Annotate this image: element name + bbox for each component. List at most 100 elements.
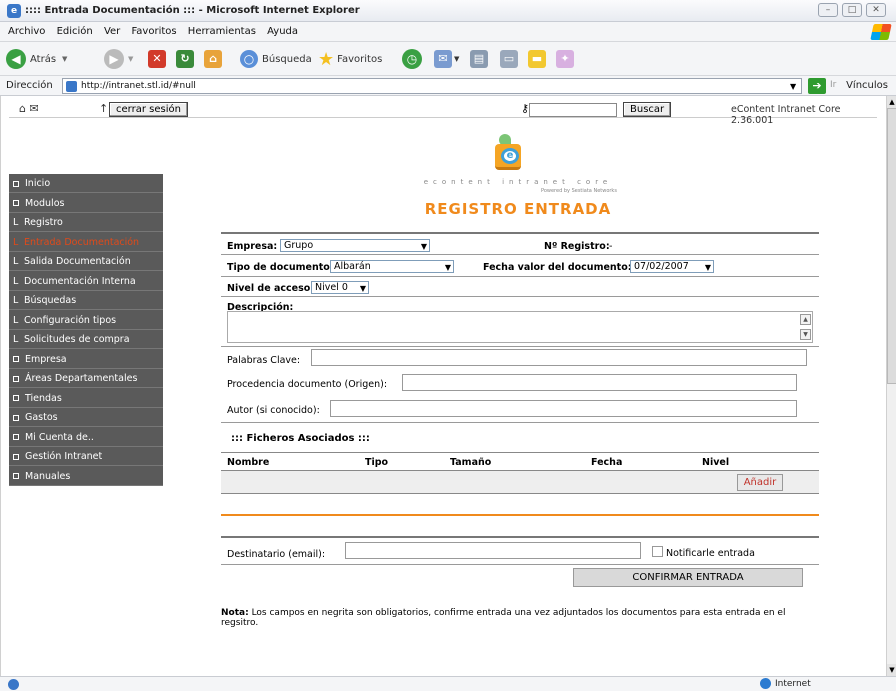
back-button[interactable]: ◀ Atrás ▼ <box>6 48 67 70</box>
sidebar-item[interactable]: L Documentación Interna <box>9 272 163 291</box>
menu-ayuda[interactable]: Ayuda <box>267 26 298 37</box>
square-bullet-icon <box>13 375 19 382</box>
col-nivel: Nivel <box>702 457 730 468</box>
form-row-empresa: Empresa: Grupo ▼ Nº Registro: - <box>221 232 819 254</box>
logout-button[interactable]: cerrar sesión <box>109 102 188 117</box>
chevron-down-icon: ▼ <box>704 263 711 272</box>
mail-button[interactable]: ✉ ▼ <box>434 48 459 70</box>
confirm-entry-button[interactable]: CONFIRMAR ENTRADA <box>573 568 803 587</box>
scroll-up-icon[interactable]: ▲ <box>800 314 811 325</box>
sidebar-item-label: Configuración tipos <box>24 314 117 326</box>
sidebar-item[interactable]: L Salida Documentación <box>9 252 163 271</box>
scroll-up-icon[interactable]: ▲ <box>887 96 896 108</box>
sidebar-item[interactable]: L Configuración tipos <box>9 311 163 330</box>
note-bold: Nota: <box>221 608 249 618</box>
procedencia-input[interactable] <box>402 374 797 391</box>
notify-checkbox[interactable] <box>652 546 663 557</box>
sidebar-item[interactable]: Inicio <box>9 174 163 193</box>
home-button[interactable]: ⌂ <box>204 48 222 70</box>
sidebar-item-label: Modulos <box>25 197 65 209</box>
autor-label: Autor (si conocido): <box>227 405 320 416</box>
sidebar-item-label: Registro <box>24 217 63 228</box>
up-arrow-icon[interactable]: ↑ <box>99 102 108 115</box>
scroll-down-icon[interactable]: ▼ <box>887 664 896 676</box>
note-body: Los campos en negrita son obligatorios, … <box>221 608 786 628</box>
sidebar-item[interactable]: Gastos <box>9 408 163 427</box>
globe-icon <box>760 678 771 689</box>
links-label[interactable]: Vínculos <box>846 80 888 91</box>
forward-button[interactable]: ▶ ▼ <box>104 48 133 70</box>
empresa-select[interactable]: Grupo ▼ <box>280 239 430 252</box>
col-nombre: Nombre <box>227 457 270 468</box>
sidebar-item[interactable]: Tiendas <box>9 389 163 408</box>
tipo-select[interactable]: Albarán ▼ <box>330 260 454 273</box>
col-tipo: Tipo <box>365 457 389 468</box>
address-dropdown-icon[interactable]: ▼ <box>790 82 796 91</box>
edit-button[interactable]: ▭ <box>500 48 518 70</box>
subitem-marker-icon: L <box>13 236 19 248</box>
col-tamano: Tamaño <box>450 457 492 468</box>
sidebar-item[interactable]: L Registro <box>9 213 163 232</box>
page-title: REGISTRO ENTRADA <box>424 200 612 218</box>
refresh-button[interactable]: ↻ <box>176 48 194 70</box>
scroll-thumb[interactable] <box>887 108 896 384</box>
minimize-button[interactable]: – <box>818 3 838 17</box>
sidebar-item-label: Tiendas <box>25 392 62 404</box>
chevron-down-icon: ▼ <box>420 242 427 251</box>
autor-input[interactable] <box>330 400 797 417</box>
security-zone: Internet <box>760 678 811 689</box>
menu-herramientas[interactable]: Herramientas <box>188 26 256 37</box>
econtent-logo: e <box>487 134 531 174</box>
page-scrollbar[interactable]: ▲ ▼ <box>886 96 896 676</box>
note-text: Nota: Los campos en negrita son obligato… <box>221 608 821 628</box>
print-button[interactable]: ▤ <box>470 48 488 70</box>
close-window-button[interactable]: ✕ <box>866 3 886 17</box>
menu-ver[interactable]: Ver <box>104 26 120 37</box>
go-button[interactable]: ➔ <box>808 78 826 94</box>
sidebar-item[interactable]: Áreas Departamentales <box>9 369 163 388</box>
search-button[interactable]: ○ Búsqueda <box>240 48 312 70</box>
menu-archivo[interactable]: Archivo <box>8 26 45 37</box>
scroll-down-icon[interactable]: ▼ <box>800 329 811 340</box>
sidebar-item[interactable]: L Entrada Documentación <box>9 233 163 252</box>
address-input[interactable]: http://intranet.stl.id/#null <box>62 78 802 94</box>
sidebar-item[interactable]: Gestión Intranet <box>9 447 163 466</box>
form-row-destinatario: Destinatario (email): Notificarle entrad… <box>221 536 819 564</box>
add-file-button[interactable]: Añadir <box>737 474 783 491</box>
search-submit-button[interactable]: Buscar <box>623 102 672 117</box>
brand-powered: Powered by Sestiata Networks <box>541 188 617 194</box>
ie-logo-icon: e <box>7 4 21 18</box>
fecha-label: Fecha valor del documento: <box>483 262 632 273</box>
sidebar-item-label: Salida Documentación <box>24 256 131 267</box>
descripcion-textarea[interactable]: ▲ ▼ <box>227 311 813 343</box>
stop-button[interactable]: ✕ <box>148 48 166 70</box>
home-icon[interactable]: ⌂ ✉ <box>19 102 39 115</box>
notes-button[interactable]: ▬ <box>528 48 546 70</box>
nivel-select[interactable]: Nivel 0 ▼ <box>311 281 369 294</box>
favorites-button[interactable]: ★ Favoritos <box>318 48 382 70</box>
square-bullet-icon <box>13 200 19 206</box>
sidebar-item[interactable]: Modulos <box>9 194 163 213</box>
address-url: http://intranet.stl.id/#null <box>81 81 196 91</box>
messenger-button[interactable]: ✦ <box>556 48 574 70</box>
sidebar-item[interactable]: Mi Cuenta de.. <box>9 428 163 447</box>
fecha-select[interactable]: 07/02/2007 ▼ <box>630 260 714 273</box>
forward-arrow-icon: ▶ <box>104 49 124 69</box>
maximize-button[interactable]: □ <box>842 3 862 17</box>
menu-edicion[interactable]: Edición <box>57 26 93 37</box>
destinatario-input[interactable] <box>345 542 641 559</box>
sidebar-item[interactable]: L Búsquedas <box>9 291 163 310</box>
tipo-label: Tipo de documento: <box>227 262 334 273</box>
sidebar-item[interactable]: L Solicitudes de compra <box>9 330 163 349</box>
home-icon: ⌂ <box>204 50 222 68</box>
sidebar-item-label: Áreas Departamentales <box>25 373 138 384</box>
menu-favoritos[interactable]: Favoritos <box>131 26 176 37</box>
chevron-down-icon: ▼ <box>359 284 366 293</box>
search-input[interactable] <box>529 103 617 117</box>
sidebar-item[interactable]: Manuales <box>9 467 163 486</box>
palabras-input[interactable] <box>311 349 807 366</box>
subitem-marker-icon: L <box>13 256 19 267</box>
empresa-label: Empresa: <box>227 241 278 252</box>
history-button[interactable]: ◷ <box>402 48 422 70</box>
sidebar-item[interactable]: Empresa <box>9 350 163 369</box>
